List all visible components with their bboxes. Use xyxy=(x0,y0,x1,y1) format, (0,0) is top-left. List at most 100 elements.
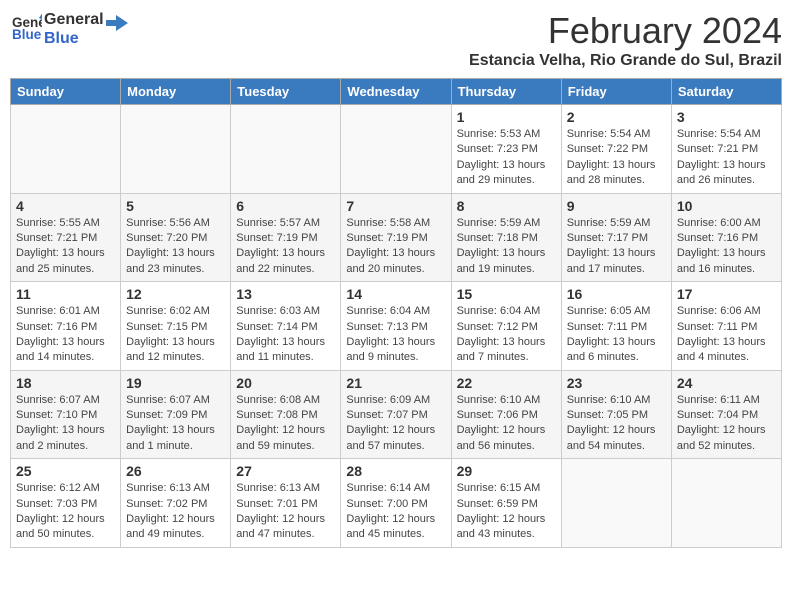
calendar-cell: 11 Sunrise: 6:01 AM Sunset: 7:16 PM Dayli… xyxy=(11,282,121,371)
day-info: Sunrise: 6:12 AM Sunset: 7:03 PM Dayligh… xyxy=(16,481,115,543)
day-info: Sunrise: 6:07 AM Sunset: 7:09 PM Dayligh… xyxy=(126,393,225,455)
calendar-cell: 24 Sunrise: 6:11 AM Sunset: 7:04 PM Dayli… xyxy=(671,370,781,459)
calendar-cell xyxy=(11,105,121,194)
day-number: 27 xyxy=(236,463,335,479)
page-header: General Blue General Blue February 2024 … xyxy=(10,10,782,70)
day-number: 14 xyxy=(346,286,445,302)
day-number: 24 xyxy=(677,375,776,391)
day-info: Sunrise: 6:03 AM Sunset: 7:14 PM Dayligh… xyxy=(236,304,335,366)
calendar-cell xyxy=(341,105,451,194)
location-title: Estancia Velha, Rio Grande do Sul, Brazi… xyxy=(469,52,782,70)
day-number: 29 xyxy=(457,463,556,479)
calendar-cell: 1Sunrise: 5:53 AM Sunset: 7:23 PM Daylig… xyxy=(451,105,561,194)
calendar-cell: 21 Sunrise: 6:09 AM Sunset: 7:07 PM Dayli… xyxy=(341,370,451,459)
calendar-header-tuesday: Tuesday xyxy=(231,79,341,105)
calendar-cell: 6 Sunrise: 5:57 AM Sunset: 7:19 PM Daylig… xyxy=(231,193,341,282)
calendar-week-2: 4 Sunrise: 5:55 AM Sunset: 7:21 PM Daylig… xyxy=(11,193,782,282)
calendar-cell: 9 Sunrise: 5:59 AM Sunset: 7:17 PM Daylig… xyxy=(561,193,671,282)
title-block: February 2024 Estancia Velha, Rio Grande… xyxy=(469,10,782,70)
day-info: Sunrise: 6:00 AM Sunset: 7:16 PM Dayligh… xyxy=(677,216,776,278)
logo-blue: Blue xyxy=(44,29,104,48)
day-info: Sunrise: 5:55 AM Sunset: 7:21 PM Dayligh… xyxy=(16,216,115,278)
day-info: Sunrise: 5:53 AM Sunset: 7:23 PM Dayligh… xyxy=(457,127,556,189)
calendar-cell: 27 Sunrise: 6:13 AM Sunset: 7:01 PM Dayli… xyxy=(231,459,341,548)
day-info: Sunrise: 6:08 AM Sunset: 7:08 PM Dayligh… xyxy=(236,393,335,455)
day-info: Sunrise: 5:54 AM Sunset: 7:22 PM Dayligh… xyxy=(567,127,666,189)
calendar-week-3: 11 Sunrise: 6:01 AM Sunset: 7:16 PM Dayli… xyxy=(11,282,782,371)
calendar-cell: 16 Sunrise: 6:05 AM Sunset: 7:11 PM Dayli… xyxy=(561,282,671,371)
day-number: 21 xyxy=(346,375,445,391)
day-number: 26 xyxy=(126,463,225,479)
calendar-cell: 29 Sunrise: 6:15 AM Sunset: 6:59 PM Dayli… xyxy=(451,459,561,548)
calendar-header-row: SundayMondayTuesdayWednesdayThursdayFrid… xyxy=(11,79,782,105)
day-number: 7 xyxy=(346,198,445,214)
day-number: 13 xyxy=(236,286,335,302)
calendar-cell: 14 Sunrise: 6:04 AM Sunset: 7:13 PM Dayli… xyxy=(341,282,451,371)
day-info: Sunrise: 6:13 AM Sunset: 7:02 PM Dayligh… xyxy=(126,481,225,543)
calendar-cell: 7Sunrise: 5:58 AM Sunset: 7:19 PM Daylig… xyxy=(341,193,451,282)
day-number: 22 xyxy=(457,375,556,391)
day-info: Sunrise: 5:57 AM Sunset: 7:19 PM Dayligh… xyxy=(236,216,335,278)
logo-icon: General Blue xyxy=(12,12,42,42)
day-number: 18 xyxy=(16,375,115,391)
calendar-cell: 12 Sunrise: 6:02 AM Sunset: 7:15 PM Dayli… xyxy=(121,282,231,371)
day-number: 5 xyxy=(126,198,225,214)
day-info: Sunrise: 6:15 AM Sunset: 6:59 PM Dayligh… xyxy=(457,481,556,543)
calendar-header-wednesday: Wednesday xyxy=(341,79,451,105)
calendar-cell: 2 Sunrise: 5:54 AM Sunset: 7:22 PM Daylig… xyxy=(561,105,671,194)
day-info: Sunrise: 6:06 AM Sunset: 7:11 PM Dayligh… xyxy=(677,304,776,366)
day-info: Sunrise: 6:01 AM Sunset: 7:16 PM Dayligh… xyxy=(16,304,115,366)
calendar-header-monday: Monday xyxy=(121,79,231,105)
day-info: Sunrise: 6:10 AM Sunset: 7:06 PM Dayligh… xyxy=(457,393,556,455)
calendar-week-4: 18 Sunrise: 6:07 AM Sunset: 7:10 PM Dayli… xyxy=(11,370,782,459)
day-number: 2 xyxy=(567,109,666,125)
calendar-week-5: 25 Sunrise: 6:12 AM Sunset: 7:03 PM Dayli… xyxy=(11,459,782,548)
day-info: Sunrise: 6:02 AM Sunset: 7:15 PM Dayligh… xyxy=(126,304,225,366)
calendar-cell: 8Sunrise: 5:59 AM Sunset: 7:18 PM Daylig… xyxy=(451,193,561,282)
day-number: 23 xyxy=(567,375,666,391)
day-info: Sunrise: 6:04 AM Sunset: 7:13 PM Dayligh… xyxy=(346,304,445,366)
calendar-header-thursday: Thursday xyxy=(451,79,561,105)
day-info: Sunrise: 5:59 AM Sunset: 7:17 PM Dayligh… xyxy=(567,216,666,278)
day-number: 8 xyxy=(457,198,556,214)
day-info: Sunrise: 6:11 AM Sunset: 7:04 PM Dayligh… xyxy=(677,393,776,455)
day-number: 15 xyxy=(457,286,556,302)
day-number: 4 xyxy=(16,198,115,214)
day-info: Sunrise: 6:05 AM Sunset: 7:11 PM Dayligh… xyxy=(567,304,666,366)
calendar-cell: 23 Sunrise: 6:10 AM Sunset: 7:05 PM Dayli… xyxy=(561,370,671,459)
day-number: 9 xyxy=(567,198,666,214)
day-number: 3 xyxy=(677,109,776,125)
day-info: Sunrise: 5:54 AM Sunset: 7:21 PM Dayligh… xyxy=(677,127,776,189)
day-info: Sunrise: 6:09 AM Sunset: 7:07 PM Dayligh… xyxy=(346,393,445,455)
calendar-cell: 5Sunrise: 5:56 AM Sunset: 7:20 PM Daylig… xyxy=(121,193,231,282)
calendar-cell: 13 Sunrise: 6:03 AM Sunset: 7:14 PM Dayli… xyxy=(231,282,341,371)
day-info: Sunrise: 6:07 AM Sunset: 7:10 PM Dayligh… xyxy=(16,393,115,455)
day-number: 28 xyxy=(346,463,445,479)
day-info: Sunrise: 6:13 AM Sunset: 7:01 PM Dayligh… xyxy=(236,481,335,543)
day-number: 12 xyxy=(126,286,225,302)
logo-general: General xyxy=(44,11,104,28)
calendar-cell: 28Sunrise: 6:14 AM Sunset: 7:00 PM Dayli… xyxy=(341,459,451,548)
calendar-cell: 25 Sunrise: 6:12 AM Sunset: 7:03 PM Dayli… xyxy=(11,459,121,548)
calendar-header-saturday: Saturday xyxy=(671,79,781,105)
calendar-cell xyxy=(561,459,671,548)
calendar-cell: 17 Sunrise: 6:06 AM Sunset: 7:11 PM Dayli… xyxy=(671,282,781,371)
logo-arrow-icon xyxy=(106,13,128,35)
day-number: 17 xyxy=(677,286,776,302)
calendar-cell: 20Sunrise: 6:08 AM Sunset: 7:08 PM Dayli… xyxy=(231,370,341,459)
svg-text:Blue: Blue xyxy=(12,27,42,42)
calendar-cell: 10 Sunrise: 6:00 AM Sunset: 7:16 PM Dayli… xyxy=(671,193,781,282)
month-title: February 2024 xyxy=(469,10,782,52)
day-number: 16 xyxy=(567,286,666,302)
calendar-cell: 19Sunrise: 6:07 AM Sunset: 7:09 PM Dayli… xyxy=(121,370,231,459)
logo: General Blue General Blue xyxy=(10,10,128,48)
calendar-cell: 4 Sunrise: 5:55 AM Sunset: 7:21 PM Daylig… xyxy=(11,193,121,282)
day-number: 10 xyxy=(677,198,776,214)
day-number: 6 xyxy=(236,198,335,214)
day-number: 11 xyxy=(16,286,115,302)
calendar-cell: 22 Sunrise: 6:10 AM Sunset: 7:06 PM Dayli… xyxy=(451,370,561,459)
day-number: 25 xyxy=(16,463,115,479)
calendar-cell xyxy=(121,105,231,194)
day-info: Sunrise: 6:10 AM Sunset: 7:05 PM Dayligh… xyxy=(567,393,666,455)
calendar-week-1: 1Sunrise: 5:53 AM Sunset: 7:23 PM Daylig… xyxy=(11,105,782,194)
